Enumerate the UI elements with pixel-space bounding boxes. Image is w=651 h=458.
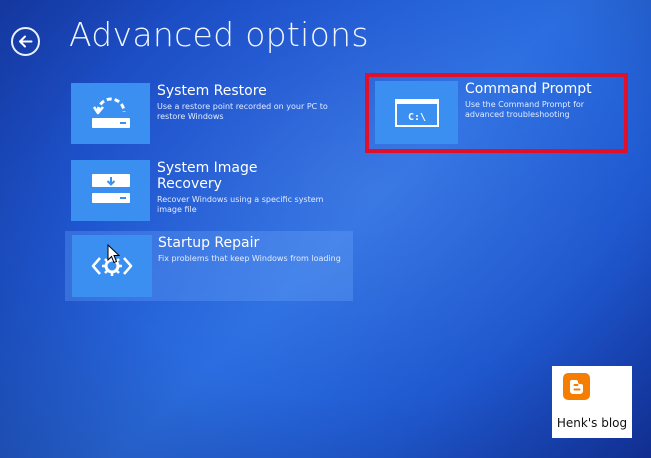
tile-title: System Restore xyxy=(157,83,267,99)
back-button[interactable] xyxy=(11,27,40,56)
blog-name: Henk's blog xyxy=(556,416,628,430)
system-image-recovery-tile[interactable]: System Image Recovery Recover Windows us… xyxy=(71,160,343,221)
system-image-icon xyxy=(71,160,150,221)
mouse-cursor-icon xyxy=(107,244,121,264)
tile-title: Startup Repair xyxy=(158,235,260,251)
system-restore-tile[interactable]: System Restore Use a restore point recor… xyxy=(71,83,343,144)
cmd-prompt-glyph: C:\ xyxy=(407,112,425,123)
blogger-logo-icon xyxy=(563,373,590,400)
command-prompt-icon: C:\ xyxy=(375,81,458,144)
tile-title: Command Prompt xyxy=(465,81,592,97)
page-title: Advanced options xyxy=(69,15,369,54)
command-prompt-tile[interactable]: C:\ Command Prompt Use the Command Promp… xyxy=(375,81,620,144)
tile-description: Use the Command Prompt for advanced trou… xyxy=(465,100,585,119)
tile-description: Use a restore point recorded on your PC … xyxy=(157,102,328,121)
startup-repair-tile[interactable]: Startup Repair Fix problems that keep Wi… xyxy=(65,231,353,301)
tile-title: System Image Recovery xyxy=(157,160,258,192)
back-arrow-icon xyxy=(19,35,33,48)
blog-watermark: Henk's blog xyxy=(552,366,632,438)
system-restore-icon xyxy=(71,83,150,144)
recovery-screen: { "header": { "title": "Advanced options… xyxy=(0,0,651,458)
tile-description: Recover Windows using a specific system … xyxy=(157,195,324,214)
tile-description: Fix problems that keep Windows from load… xyxy=(158,254,341,263)
